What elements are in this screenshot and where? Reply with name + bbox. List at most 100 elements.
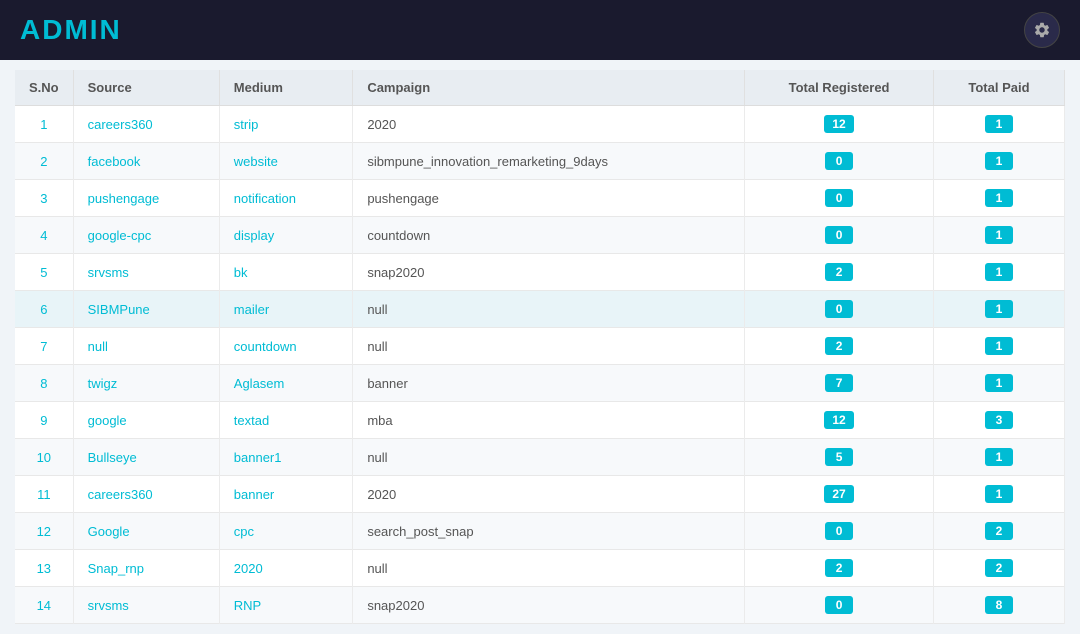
cell-campaign: null <box>353 439 745 476</box>
cell-medium: banner <box>219 476 353 513</box>
cell-sno: 12 <box>15 513 73 550</box>
cell-source: Google <box>73 513 219 550</box>
cell-medium: banner1 <box>219 439 353 476</box>
header: ADMIN <box>0 0 1080 60</box>
registered-badge: 0 <box>825 226 853 244</box>
table-row: 8 twigz Aglasem banner 7 1 <box>15 365 1065 402</box>
cell-total-paid: 1 <box>933 180 1064 217</box>
cell-total-registered: 0 <box>745 180 934 217</box>
cell-total-registered: 5 <box>745 439 934 476</box>
cell-total-paid: 1 <box>933 217 1064 254</box>
cell-campaign: banner <box>353 365 745 402</box>
cell-campaign: null <box>353 550 745 587</box>
col-source: Source <box>73 70 219 106</box>
cell-total-paid: 1 <box>933 106 1064 143</box>
cell-total-paid: 8 <box>933 587 1064 624</box>
cell-total-registered: 7 <box>745 365 934 402</box>
cell-campaign: pushengage <box>353 180 745 217</box>
cell-total-registered: 2 <box>745 254 934 291</box>
paid-badge: 3 <box>985 411 1013 429</box>
cell-total-paid: 3 <box>933 402 1064 439</box>
table-row: 11 careers360 banner 2020 27 1 <box>15 476 1065 513</box>
registered-badge: 7 <box>825 374 853 392</box>
cell-source: pushengage <box>73 180 219 217</box>
cell-medium: strip <box>219 106 353 143</box>
cell-source: SIBMPune <box>73 291 219 328</box>
paid-badge: 1 <box>985 263 1013 281</box>
cell-total-registered: 0 <box>745 291 934 328</box>
cell-campaign: null <box>353 291 745 328</box>
paid-badge: 1 <box>985 337 1013 355</box>
settings-button[interactable] <box>1024 12 1060 48</box>
paid-badge: 1 <box>985 300 1013 318</box>
registered-badge: 12 <box>824 411 853 429</box>
cell-source: srvsms <box>73 254 219 291</box>
cell-total-registered: 0 <box>745 217 934 254</box>
cell-total-paid: 1 <box>933 328 1064 365</box>
table-row: 4 google-cpc display countdown 0 1 <box>15 217 1065 254</box>
cell-source: google-cpc <box>73 217 219 254</box>
paid-badge: 2 <box>985 522 1013 540</box>
cell-source: twigz <box>73 365 219 402</box>
col-total-registered: Total Registered <box>745 70 934 106</box>
registered-badge: 0 <box>825 152 853 170</box>
registered-badge: 0 <box>825 189 853 207</box>
cell-medium: notification <box>219 180 353 217</box>
table-row: 10 Bullseye banner1 null 5 1 <box>15 439 1065 476</box>
cell-total-registered: 12 <box>745 402 934 439</box>
col-campaign: Campaign <box>353 70 745 106</box>
registered-badge: 2 <box>825 337 853 355</box>
cell-source: facebook <box>73 143 219 180</box>
cell-medium: Aglasem <box>219 365 353 402</box>
cell-total-registered: 0 <box>745 587 934 624</box>
paid-badge: 1 <box>985 374 1013 392</box>
cell-campaign: snap2020 <box>353 587 745 624</box>
cell-medium: bk <box>219 254 353 291</box>
table-row: 14 srvsms RNP snap2020 0 8 <box>15 587 1065 624</box>
paid-badge: 1 <box>985 115 1013 133</box>
cell-sno: 8 <box>15 365 73 402</box>
cell-total-paid: 1 <box>933 365 1064 402</box>
cell-sno: 4 <box>15 217 73 254</box>
cell-total-paid: 1 <box>933 476 1064 513</box>
registered-badge: 2 <box>825 263 853 281</box>
cell-campaign: snap2020 <box>353 254 745 291</box>
paid-badge: 8 <box>985 596 1013 614</box>
registered-badge: 0 <box>825 596 853 614</box>
cell-total-paid: 2 <box>933 513 1064 550</box>
table-row: 9 google textad mba 12 3 <box>15 402 1065 439</box>
cell-total-registered: 0 <box>745 513 934 550</box>
cell-medium: mailer <box>219 291 353 328</box>
registered-badge: 12 <box>824 115 853 133</box>
cell-sno: 5 <box>15 254 73 291</box>
cell-total-paid: 1 <box>933 291 1064 328</box>
cell-source: Bullseye <box>73 439 219 476</box>
table-container: S.No Source Medium Campaign Total Regist… <box>0 60 1080 634</box>
registered-badge: 2 <box>825 559 853 577</box>
cell-medium: RNP <box>219 587 353 624</box>
paid-badge: 1 <box>985 448 1013 466</box>
cell-total-registered: 2 <box>745 328 934 365</box>
cell-total-paid: 1 <box>933 254 1064 291</box>
cell-medium: 2020 <box>219 550 353 587</box>
registered-badge: 0 <box>825 300 853 318</box>
cell-sno: 2 <box>15 143 73 180</box>
cell-sno: 9 <box>15 402 73 439</box>
table-row: 12 Google cpc search_post_snap 0 2 <box>15 513 1065 550</box>
cell-sno: 6 <box>15 291 73 328</box>
col-medium: Medium <box>219 70 353 106</box>
cell-medium: display <box>219 217 353 254</box>
cell-sno: 7 <box>15 328 73 365</box>
cell-total-registered: 27 <box>745 476 934 513</box>
col-total-paid: Total Paid <box>933 70 1064 106</box>
paid-badge: 1 <box>985 485 1013 503</box>
cell-campaign: countdown <box>353 217 745 254</box>
cell-sno: 11 <box>15 476 73 513</box>
cell-sno: 14 <box>15 587 73 624</box>
cell-sno: 1 <box>15 106 73 143</box>
registered-badge: 0 <box>825 522 853 540</box>
data-table: S.No Source Medium Campaign Total Regist… <box>15 70 1065 624</box>
cell-source: google <box>73 402 219 439</box>
cell-sno: 13 <box>15 550 73 587</box>
cell-total-registered: 12 <box>745 106 934 143</box>
